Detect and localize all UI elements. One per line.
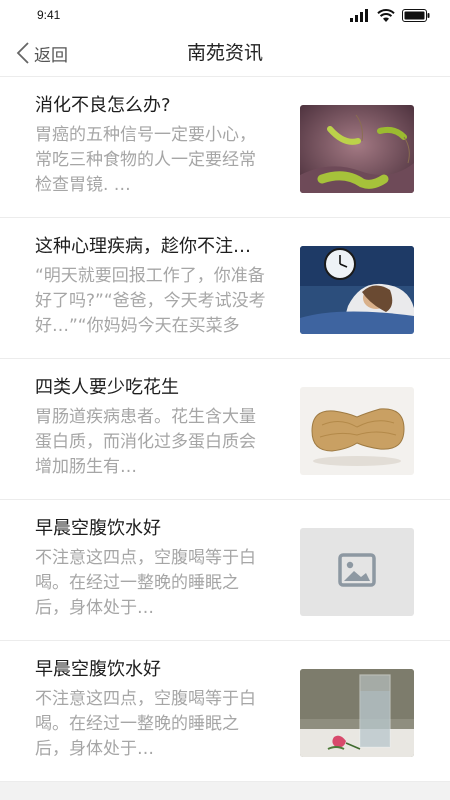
back-label: 返回 — [34, 45, 68, 66]
news-summary: “明天就要回报工作了，你准备好了吗?”“爸爸，今天考试没考好…”“你妈妈今天在买… — [35, 266, 266, 336]
news-summary: 不注意这四点，空腹喝等于白喝。在经过一整晚的睡眠之后，身体处于… — [35, 689, 256, 759]
nav-bar: 返回 南苑资讯 — [0, 30, 450, 77]
status-bar: 9:41 — [0, 0, 450, 30]
footer-strip — [0, 782, 450, 800]
wifi-icon — [377, 8, 395, 22]
bacteria-thumbnail — [300, 105, 414, 193]
signal-icon — [350, 8, 368, 22]
peanut-thumbnail — [300, 387, 414, 475]
news-item[interactable]: 消化不良怎么办? 胃癌的五种信号一定要小心，常吃三种食物的人一定要经常检查胃镜.… — [0, 77, 450, 218]
news-summary: 胃肠道疾病患者。花生含大量蛋白质，而消化过多蛋白质会增加肠生有… — [35, 407, 256, 477]
news-item[interactable]: 四类人要少吃花生 胃肠道疾病患者。花生含大量蛋白质，而消化过多蛋白质会增加肠生有… — [0, 359, 450, 500]
water-glass-thumbnail — [300, 669, 414, 757]
battery-icon — [402, 8, 430, 22]
news-list: 消化不良怎么办? 胃癌的五种信号一定要小心，常吃三种食物的人一定要经常检查胃镜.… — [0, 77, 450, 782]
news-title: 早晨空腹饮水好 — [35, 518, 161, 539]
news-item[interactable]: 早晨空腹饮水好 不注意这四点，空腹喝等于白喝。在经过一整晚的睡眠之后，身体处于… — [0, 641, 450, 782]
news-summary: 不注意这四点，空腹喝等于白喝。在经过一整晚的睡眠之后，身体处于… — [35, 548, 256, 618]
news-summary: 胃癌的五种信号一定要小心，常吃三种食物的人一定要经常检查胃镜. … — [35, 125, 256, 195]
image-placeholder — [300, 528, 414, 616]
status-time: 9:41 — [37, 8, 61, 22]
status-icons — [350, 8, 430, 22]
news-item[interactable]: 这种心理疾病，趁你不注… “明天就要回报工作了，你准备好了吗?”“爸爸，今天考试… — [0, 218, 450, 359]
news-title: 四类人要少吃花生 — [35, 377, 179, 398]
news-title: 早晨空腹饮水好 — [35, 659, 161, 680]
image-placeholder-icon — [338, 553, 376, 587]
news-title: 这种心理疾病，趁你不注… — [35, 236, 251, 257]
woman-alarm-clock-thumbnail — [300, 246, 414, 334]
news-item[interactable]: 早晨空腹饮水好 不注意这四点，空腹喝等于白喝。在经过一整晚的睡眠之后，身体处于… — [0, 500, 450, 641]
news-title: 消化不良怎么办? — [35, 95, 171, 116]
chevron-left-icon — [16, 42, 29, 64]
back-button[interactable]: 返回 — [16, 39, 68, 67]
